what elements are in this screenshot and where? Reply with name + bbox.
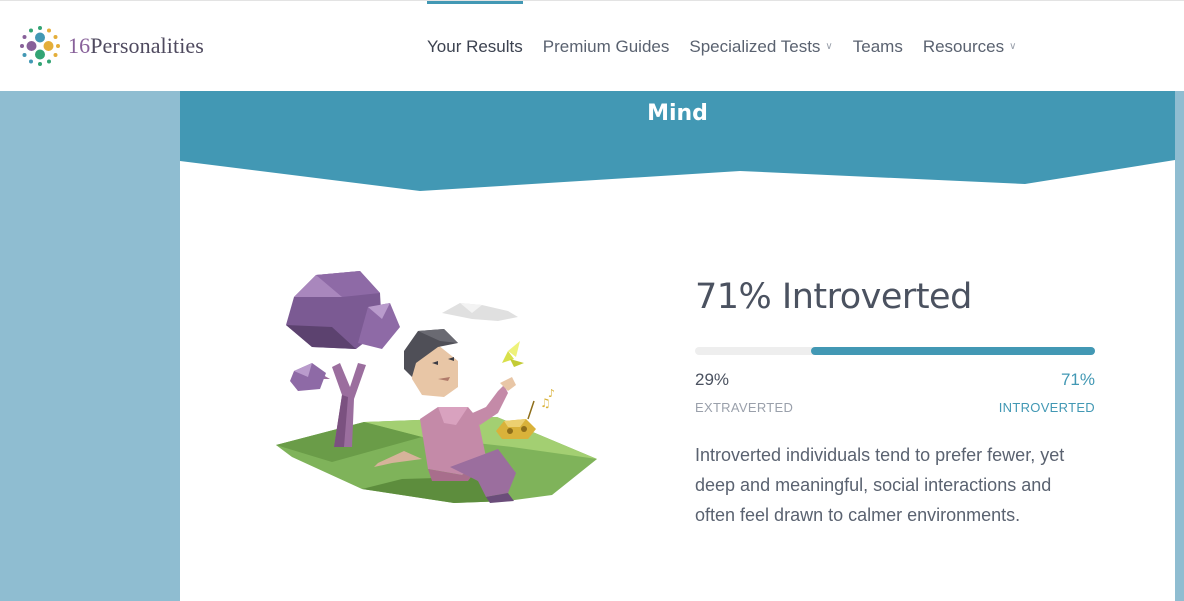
- section-banner: Mind: [180, 91, 1175, 191]
- nav-resources-label: Resources: [922, 36, 1005, 56]
- nav-specialized-tests-label: Specialized Tests: [689, 36, 821, 56]
- introverted-label: INTROVERTED: [998, 400, 1095, 415]
- logo-word: Personalities: [90, 33, 204, 58]
- nav-premium-guides-label: Premium Guides: [542, 36, 670, 56]
- introverted-percent: 71%: [1060, 370, 1095, 389]
- extraverted-percent: 29%: [695, 370, 730, 389]
- trait-description: Introverted individuals tend to prefer f…: [695, 445, 1065, 525]
- extraverted-label: EXTRAVERTED: [695, 400, 794, 415]
- nav-specialized-tests[interactable]: Specialized Tests ∨: [679, 1, 842, 92]
- chevron-down-icon: ∨: [1009, 41, 1017, 52]
- section-title: Mind: [647, 101, 708, 126]
- trait-bar: [695, 347, 1095, 355]
- introvert-illustration: ♫ ♪: [276, 271, 597, 503]
- logo-icon: [20, 26, 60, 66]
- logo-text: 16Personalities: [68, 33, 204, 59]
- nav-resources[interactable]: Resources ∨: [913, 1, 1027, 92]
- result-block: 71% Introverted 29% 71% EXTRAVERTED INTR…: [695, 277, 1095, 530]
- main-nav: Your Results Premium Guides Specialized …: [417, 1, 1026, 92]
- nav-your-results[interactable]: Your Results: [417, 1, 533, 92]
- site-logo[interactable]: 16Personalities: [18, 23, 204, 69]
- percent-row: 29% 71%: [695, 370, 1095, 390]
- nav-teams-label: Teams: [852, 36, 903, 56]
- nav-your-results-label: Your Results: [427, 36, 523, 56]
- trait-card: Mind ♫ ♪ 71% Introverted 29% 71% EXTRAVE…: [180, 91, 1175, 601]
- chevron-down-icon: ∨: [825, 41, 833, 52]
- trait-bar-fill: [811, 347, 1095, 355]
- trait-label-row: EXTRAVERTED INTROVERTED: [695, 400, 1095, 415]
- logo-number: 16: [68, 33, 91, 58]
- nav-teams[interactable]: Teams: [843, 1, 913, 92]
- result-heading: 71% Introverted: [695, 277, 972, 317]
- nav-premium-guides[interactable]: Premium Guides: [533, 1, 680, 92]
- site-header: 16Personalities Your Results Premium Gui…: [0, 0, 1184, 91]
- svg-text:♪: ♪: [548, 387, 555, 400]
